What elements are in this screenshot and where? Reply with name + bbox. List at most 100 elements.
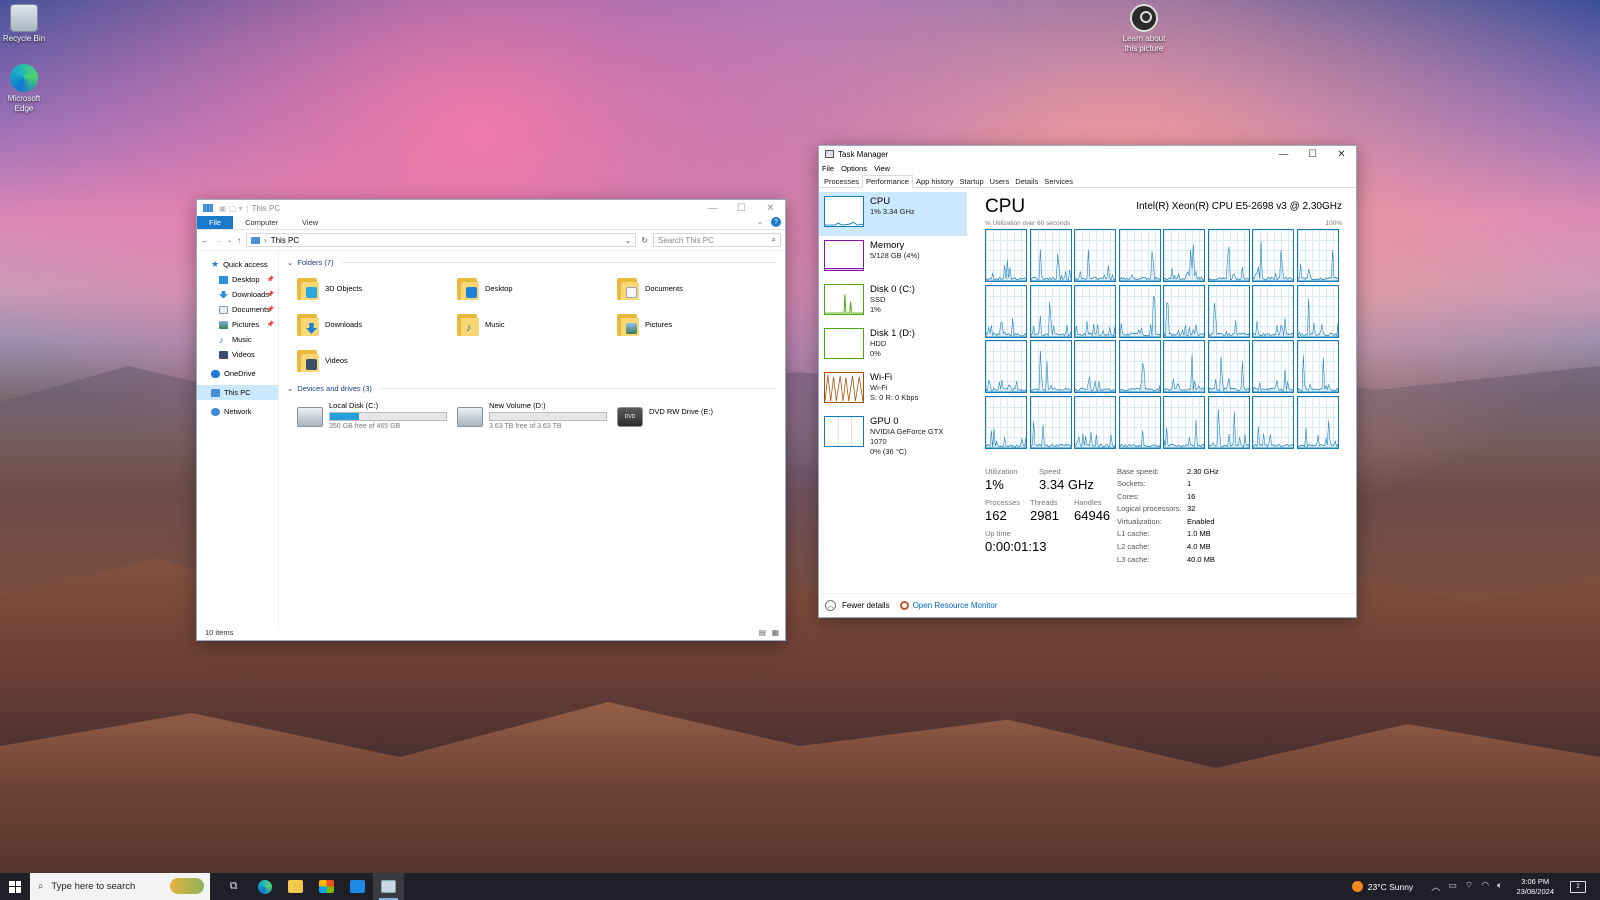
pin-icon[interactable]: 📌 [267,306,274,313]
clock[interactable]: 3:06 PM 23/08/2024 [1516,877,1554,897]
nav-videos[interactable]: Videos [197,347,278,362]
desktop-icon-learn-picture[interactable]: Learn about this picture [1119,4,1169,54]
taskmgr-titlebar[interactable]: Task Manager — ☐ ✕ [819,146,1356,162]
up-arrow-icon[interactable]: ↑ [237,236,241,245]
tab-users[interactable]: Users [987,175,1013,188]
task-view-button[interactable]: ⧉ [218,873,249,900]
tab-view[interactable]: View [290,216,330,229]
quick-toolbar-icon[interactable]: ▣ ▢ ▾ [219,204,243,213]
tab-computer[interactable]: Computer [233,216,290,229]
pin-icon[interactable]: 📌 [267,291,274,298]
address-dropdown-icon[interactable]: ⌄ [625,236,632,245]
music-note-icon: ♪ [219,334,224,345]
folder-documents[interactable]: Documents [617,273,777,303]
speed-label: Speed [1039,466,1061,476]
menu-file[interactable]: File [822,164,834,173]
nav-documents[interactable]: Documents 📌 [197,302,278,317]
nav-downloads[interactable]: Downloads 📌 [197,287,278,302]
maximize-button[interactable]: ☐ [727,200,756,216]
desktop-icon-edge[interactable]: Microsoft Edge [0,64,48,114]
minimize-button[interactable]: — [698,200,727,216]
resource-detail: 5/128 GB (4%) [870,251,920,260]
logical-processor-graph [1074,340,1116,393]
taskbar-mail[interactable] [342,873,373,900]
tab-details[interactable]: Details [1012,175,1041,188]
refresh-icon[interactable]: ↻ [641,236,648,245]
nav-this-pc[interactable]: This PC [197,385,278,400]
nav-music[interactable]: ♪ Music [197,332,278,347]
logical-processor-graphs[interactable] [985,229,1342,449]
help-icon[interactable]: ? [771,217,781,227]
folder-music[interactable]: ♪ Music [457,309,617,339]
folder-desktop[interactable]: Desktop [457,273,617,303]
tab-services[interactable]: Services [1041,175,1076,188]
close-button[interactable]: ✕ [1327,146,1356,162]
resource-gpu-0[interactable]: GPU 0 NVIDIA GeForce GTX 1070 0% (36 °C) [819,412,967,456]
menu-options[interactable]: Options [841,164,867,173]
forward-arrow-icon[interactable]: → [214,236,222,245]
nav-pictures[interactable]: Pictures 📌 [197,317,278,332]
weather-widget[interactable]: 23°C Sunny [1351,881,1413,892]
desktop-icon-recycle-bin[interactable]: Recycle Bin [0,4,48,44]
resource-disk-0[interactable]: Disk 0 (C:) SSD 1% [819,280,967,324]
search-input[interactable]: Search This PC ⌕ [653,233,781,247]
minimize-button[interactable]: — [1269,146,1298,162]
tab-processes[interactable]: Processes [821,175,862,188]
tab-file[interactable]: File [197,216,234,229]
folder-downloads[interactable]: Downloads [297,309,457,339]
taskbar-search-box[interactable]: ⌕ Type here to search [30,873,210,900]
taskbar-file-explorer[interactable] [280,873,311,900]
task-manager-window[interactable]: Task Manager — ☐ ✕ File Options View Pro… [818,145,1357,618]
network-icon[interactable]: ⌔ [1465,880,1473,893]
drives-group-header[interactable]: ⌄ Devices and drives (3) [287,381,777,395]
taskbar-edge[interactable] [249,873,280,900]
nav-onedrive[interactable]: OneDrive [197,366,278,381]
start-button[interactable] [0,873,30,900]
cpu-spec-value: 32 [1187,504,1196,514]
volume-icon[interactable]: 🔈︎ [1497,880,1502,893]
recent-chevron-icon[interactable]: ⌄ [227,237,232,244]
tab-app-history[interactable]: App history [913,175,957,188]
drive-e[interactable]: DVD DVD RW Drive (E:) [617,401,777,435]
taskbar-task-manager[interactable] [373,873,404,900]
maximize-button[interactable]: ☐ [1298,146,1327,162]
tab-performance[interactable]: Performance [862,174,913,188]
pin-icon[interactable]: 📌 [267,276,274,283]
folder-pictures[interactable]: Pictures [617,309,777,339]
device-icon[interactable]: ▭ [1448,880,1457,893]
folder-videos[interactable]: Videos [297,345,457,375]
tab-startup[interactable]: Startup [956,175,986,188]
cpu-usage-trace [1119,429,1160,448]
wifi-icon[interactable]: ◠ [1481,880,1489,893]
nav-network[interactable]: Network [197,404,278,419]
nav-desktop[interactable]: Desktop 📌 [197,272,278,287]
folders-group-header[interactable]: ⌄ Folders (7) [287,255,777,269]
resource-disk-1[interactable]: Disk 1 (D:) HDD 0% [819,324,967,368]
drive-c[interactable]: Local Disk (C:) 350 GB free of 465 GB [297,401,457,435]
file-explorer-window[interactable]: ▣ ▢ ▾ | This PC — ☐ ✕ File Computer View… [196,199,786,641]
address-bar[interactable]: › This PC ⌄ [246,233,637,247]
folder-3d-objects[interactable]: 3D Objects [297,273,457,303]
drive-d[interactable]: New Volume (D:) 3.63 TB free of 3.63 TB [457,401,617,435]
resource-cpu[interactable]: CPU 1% 3.34 GHz [819,192,967,236]
resource-wifi[interactable]: Wi-Fi Wi-Fi S: 0 R: 0 Kbps [819,368,967,412]
nav-quick-access[interactable]: ★ Quick access [197,257,278,272]
back-arrow-icon[interactable]: ← [201,236,209,245]
taskbar: ⌕ Type here to search ⧉ 23°C Sunny ︿ ▭ ⌔… [0,873,1600,900]
explorer-titlebar[interactable]: ▣ ▢ ▾ | This PC — ☐ ✕ [197,200,785,216]
taskbar-store[interactable] [311,873,342,900]
cpu-usage-trace [1075,376,1115,392]
large-icons-view-icon[interactable]: ▦ [772,628,779,637]
ribbon-expand-icon[interactable]: ⌄ [753,216,767,229]
close-button[interactable]: ✕ [756,200,785,216]
details-view-icon[interactable]: ▤ [759,628,766,637]
notification-center-icon[interactable]: 2 [1570,880,1586,893]
pin-icon[interactable]: 📌 [267,321,274,328]
menu-view[interactable]: View [874,164,890,173]
show-hidden-icons-chevron-icon[interactable]: ︿ [1431,880,1440,893]
folders-grid: 3D Objects Desktop Documents Downloads ♪… [287,269,777,381]
open-resource-monitor-link[interactable]: Open Resource Monitor [899,601,998,610]
fewer-details-button[interactable]: ︿ Fewer details [825,600,890,611]
resource-memory[interactable]: Memory 5/128 GB (4%) [819,236,967,280]
search-icon: ⌕ [771,235,776,244]
